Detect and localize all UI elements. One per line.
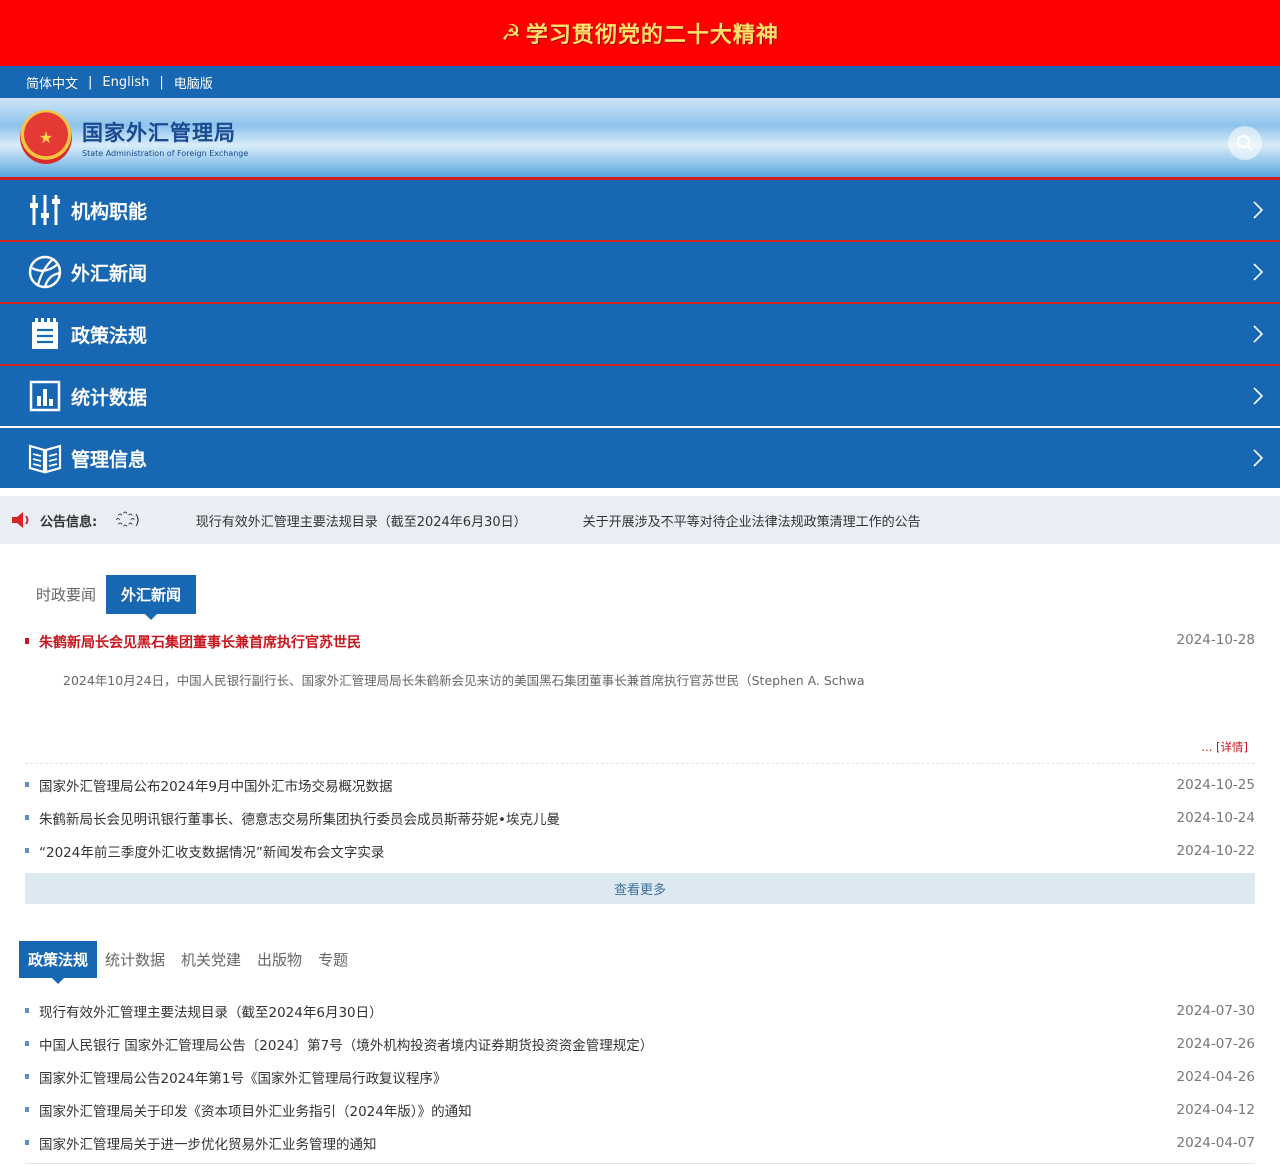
notice-bar: 公告信息: ҈) 现行有效外汇管理主要法规目录（截至2024年6月30日） 关于… <box>0 496 1280 544</box>
logo-english-name: State Administration of Foreign Exchange <box>82 148 249 158</box>
notice-item[interactable]: 现行有效外汇管理主要法规目录（截至2024年6月30日） <box>196 511 527 530</box>
list-item[interactable]: “2024年前三季度外汇收支数据情况”新闻发布会文字实录 2024-10-22 <box>25 834 1255 867</box>
tab-publications[interactable]: 出版物 <box>249 941 310 978</box>
party-banner[interactable]: ☭ 学习贯彻党的二十大精神 <box>0 0 1280 66</box>
news-item-title[interactable]: “2024年前三季度外汇收支数据情况”新闻发布会文字实录 <box>25 841 384 861</box>
policy-item-title[interactable]: 国家外汇管理局关于印发《资本项目外汇业务指引（2024年版）》的通知 <box>25 1100 472 1120</box>
list-item[interactable]: 中国人民银行 国家外汇管理局公告〔2024〕第7号（境外机构投资者境内证券期货投… <box>25 1027 1255 1060</box>
logo-chinese-name: 国家外汇管理局 <box>82 120 236 145</box>
featured-news-summary: 2024年10月24日，中国人民银行副行长、国家外汇管理局局长朱鹤新会见来访的美… <box>63 673 865 688</box>
site-header: ★ 国家外汇管理局 State Administration of Foreig… <box>0 98 1280 180</box>
notice-item[interactable]: ҈) <box>129 513 140 528</box>
separator: | <box>88 74 93 90</box>
view-more-button[interactable]: 查看更多 <box>25 873 1255 904</box>
tab-special-topics[interactable]: 专题 <box>310 941 356 978</box>
notice-item[interactable]: 关于开展涉及不平等对待企业法律法规政策清理工作的公告 <box>583 511 921 530</box>
list-item[interactable]: 国家外汇管理局关于印发《资本项目外汇业务指引（2024年版）》的通知 2024-… <box>25 1093 1255 1126</box>
national-emblem-icon: ★ <box>20 110 72 164</box>
list-item[interactable]: 国家外汇管理局关于进一步优化贸易外汇业务管理的通知 2024-04-07 <box>25 1126 1255 1159</box>
policy-item-date: 2024-07-30 <box>1176 1002 1255 1019</box>
policy-list: 现行有效外汇管理主要法规目录（截至2024年6月30日） 2024-07-30 … <box>25 994 1255 1159</box>
policy-item-date: 2024-04-12 <box>1176 1101 1255 1118</box>
notice-title: 公告信息: <box>40 514 98 530</box>
nav-label: 政策法规 <box>71 324 148 347</box>
chevron-right-icon <box>1253 449 1264 467</box>
tab-forex-news[interactable]: 外汇新闻 <box>106 575 197 620</box>
chevron-right-icon <box>1253 263 1264 281</box>
divider <box>25 763 1255 764</box>
nav-item-management-info[interactable]: 管理信息 <box>0 428 1280 490</box>
nav-label: 统计数据 <box>71 386 148 409</box>
nav-item-policy[interactable]: 政策法规 <box>0 304 1280 366</box>
chevron-right-icon <box>1253 325 1264 343</box>
news-item-date: 2024-10-24 <box>1176 809 1255 826</box>
news-item-date: 2024-10-22 <box>1176 842 1255 859</box>
details-link[interactable]: ... [详情] <box>25 739 1255 755</box>
featured-news-date: 2024-10-28 <box>1176 632 1255 648</box>
nav-label: 外汇新闻 <box>71 262 148 285</box>
news-list: 国家外汇管理局公布2024年9月中国外汇市场交易概况数据 2024-10-25 … <box>25 768 1255 867</box>
desktop-version-link[interactable]: 电脑版 <box>174 73 213 92</box>
list-item[interactable]: 现行有效外汇管理主要法规目录（截至2024年6月30日） 2024-07-30 <box>25 994 1255 1027</box>
banner-text: 学习贯彻党的二十大精神 <box>525 23 779 48</box>
separator: | <box>159 74 164 90</box>
nav-label: 机构职能 <box>71 200 148 223</box>
policy-item-date: 2024-04-26 <box>1176 1068 1255 1085</box>
speaker-icon <box>12 512 29 528</box>
featured-news: 朱鹤新局长会见黑石集团董事长兼首席执行官苏世民 2024-10-28 2024年… <box>25 632 1255 764</box>
notepad-icon <box>28 317 62 351</box>
policy-tabs: 政策法规 统计数据 机关党建 出版物 专题 <box>0 940 1280 984</box>
nav-item-statistics[interactable]: 统计数据 <box>0 366 1280 428</box>
chevron-right-icon <box>1253 387 1264 405</box>
featured-news-title[interactable]: 朱鹤新局长会见黑石集团董事长兼首席执行官苏世民 <box>25 632 361 652</box>
language-bar: 简体中文 | English | 电脑版 <box>0 66 1280 98</box>
policy-item-title[interactable]: 中国人民银行 国家外汇管理局公告〔2024〕第7号（境外机构投资者境内证券期货投… <box>25 1034 653 1054</box>
list-item[interactable]: 朱鹤新局长会见明讯银行董事长、德意志交易所集团执行委员会成员斯蒂芬妮•埃克儿曼 … <box>25 801 1255 834</box>
policy-item-title[interactable]: 国家外汇管理局关于进一步优化贸易外汇业务管理的通知 <box>25 1133 377 1153</box>
search-icon <box>1237 135 1253 151</box>
policy-item-title[interactable]: 国家外汇管理局公告2024年第1号《国家外汇管理局行政复议程序》 <box>25 1067 446 1087</box>
news-tabs: 时政要闻 外汇新闻 <box>0 574 1280 620</box>
policy-item-date: 2024-04-07 <box>1176 1134 1255 1151</box>
divider <box>25 1163 1255 1164</box>
lang-simplified-chinese[interactable]: 简体中文 <box>26 73 78 92</box>
nav-item-institution[interactable]: 机构职能 <box>0 180 1280 242</box>
tab-current-affairs[interactable]: 时政要闻 <box>26 575 106 614</box>
news-item-title[interactable]: 朱鹤新局长会见明讯银行董事长、德意志交易所集团执行委员会成员斯蒂芬妮•埃克儿曼 <box>25 808 560 828</box>
chevron-right-icon <box>1253 201 1264 219</box>
search-button[interactable] <box>1228 126 1262 160</box>
news-item-date: 2024-10-25 <box>1176 776 1255 793</box>
open-book-icon <box>28 441 62 475</box>
policy-item-date: 2024-07-26 <box>1176 1035 1255 1052</box>
site-logo[interactable]: ★ 国家外汇管理局 State Administration of Foreig… <box>20 110 248 164</box>
globe-ball-icon <box>28 255 62 289</box>
sliders-icon <box>28 193 62 227</box>
tab-party-building[interactable]: 机关党建 <box>173 941 249 978</box>
bar-chart-icon <box>28 379 62 413</box>
tab-policy[interactable]: 政策法规 <box>19 941 98 984</box>
list-item[interactable]: 国家外汇管理局公布2024年9月中国外汇市场交易概况数据 2024-10-25 <box>25 768 1255 801</box>
news-item-title[interactable]: 国家外汇管理局公布2024年9月中国外汇市场交易概况数据 <box>25 775 392 795</box>
policy-item-title[interactable]: 现行有效外汇管理主要法规目录（截至2024年6月30日） <box>25 1001 383 1021</box>
hammer-sickle-icon: ☭ <box>501 20 522 46</box>
list-item[interactable]: 国家外汇管理局公告2024年第1号《国家外汇管理局行政复议程序》 2024-04… <box>25 1060 1255 1093</box>
nav-label: 管理信息 <box>71 448 148 471</box>
nav-item-forex-news[interactable]: 外汇新闻 <box>0 242 1280 304</box>
lang-english[interactable]: English <box>102 75 149 90</box>
tab-statistics[interactable]: 统计数据 <box>97 941 173 978</box>
